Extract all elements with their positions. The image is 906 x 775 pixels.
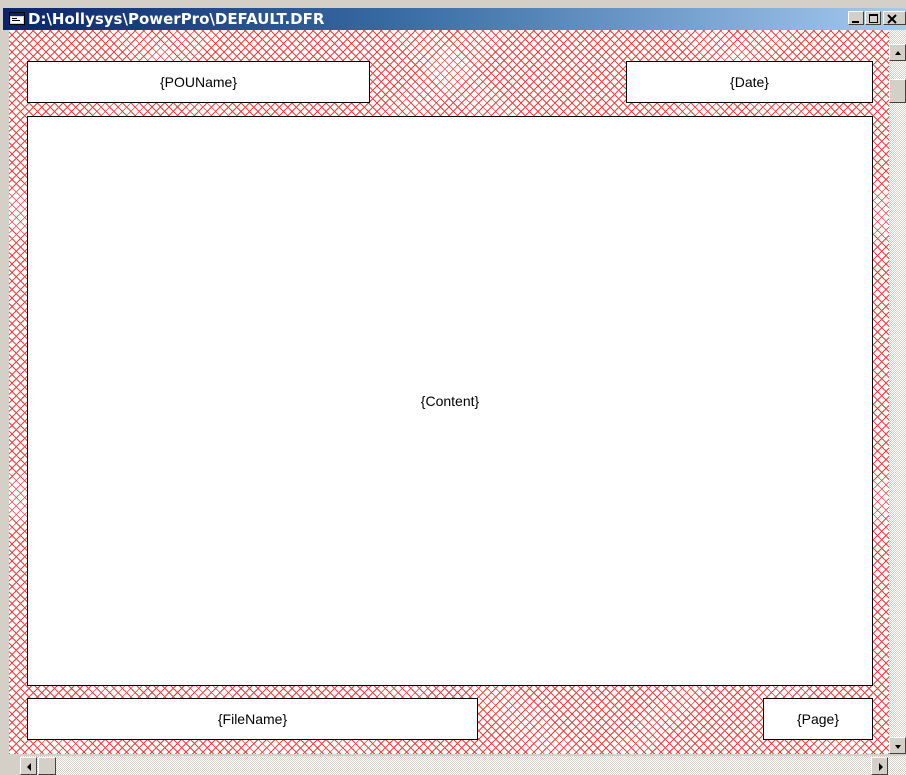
scrollbar-corner xyxy=(0,754,20,775)
window-title: D:\Hollysys\PowerPro\DEFAULT.DFR xyxy=(28,10,325,28)
arrow-down-icon xyxy=(895,745,901,749)
minimize-button[interactable] xyxy=(848,11,864,25)
pou-name-label: {POUName} xyxy=(159,74,238,90)
scroll-up-button[interactable] xyxy=(889,44,906,61)
arrow-right-icon xyxy=(879,763,883,771)
title-bar[interactable]: D:\Hollysys\PowerPro\DEFAULT.DFR xyxy=(3,8,906,30)
form-design-canvas[interactable]: {POUName} {Date} {Content} {FileName} {P… xyxy=(9,30,889,754)
scroll-right-button[interactable] xyxy=(871,757,888,775)
minimize-icon xyxy=(852,21,859,23)
close-button[interactable] xyxy=(883,11,906,25)
scroll-left-button[interactable] xyxy=(20,757,37,775)
file-name-label: {FileName} xyxy=(217,711,288,727)
pou-name-field[interactable]: {POUName} xyxy=(27,61,370,103)
date-field[interactable]: {Date} xyxy=(626,61,873,103)
date-label: {Date} xyxy=(730,74,769,90)
close-icon xyxy=(887,14,897,24)
page-label: {Page} xyxy=(796,711,840,727)
arrow-up-icon xyxy=(895,51,901,55)
vertical-scroll-thumb[interactable] xyxy=(889,79,906,103)
content-area[interactable]: {Content} xyxy=(27,116,873,686)
scroll-down-button[interactable] xyxy=(889,737,906,754)
vertical-scrollbar[interactable] xyxy=(889,30,906,754)
mdi-child-window: D:\Hollysys\PowerPro\DEFAULT.DFR {POUNam… xyxy=(0,0,906,775)
file-name-field[interactable]: {FileName} xyxy=(27,698,478,740)
arrow-left-icon xyxy=(27,763,31,771)
horizontal-scroll-thumb[interactable] xyxy=(38,757,56,775)
maximize-icon xyxy=(869,14,878,23)
document-window-icon[interactable] xyxy=(9,12,25,25)
horizontal-scrollbar[interactable] xyxy=(20,756,906,775)
maximize-button[interactable] xyxy=(865,11,881,25)
content-label: {Content} xyxy=(420,393,480,409)
page-field[interactable]: {Page} xyxy=(763,698,873,740)
